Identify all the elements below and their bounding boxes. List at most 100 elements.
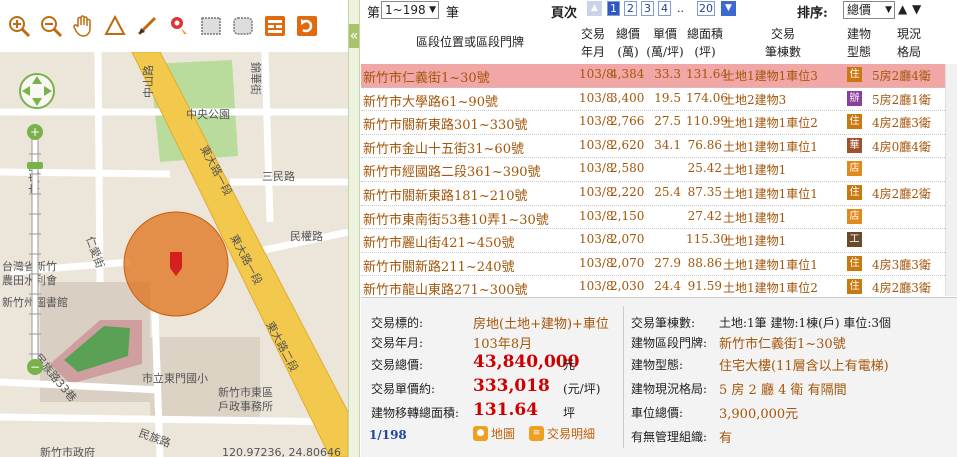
sort-select[interactable]: 總價 [843, 1, 895, 19]
cell-total: 2,766 [610, 114, 645, 129]
rect-select-icon[interactable] [198, 13, 224, 39]
map-button-label: 地圖 [491, 427, 516, 441]
cell-area: 76.86 [687, 137, 722, 152]
cell-addr[interactable]: 新竹市關新路211~240號 [363, 256, 515, 275]
cell-area: 131.64 [686, 67, 728, 81]
cell-date: 103/8 [579, 255, 614, 270]
table-row[interactable]: 新竹市金山十五街31~60號 103/8 2,620 34.1 76.86 土地… [361, 135, 945, 159]
detail-divider [623, 306, 624, 448]
header-tx-1: 交易 [770, 27, 795, 41]
map-label-sanmin: 三民路 [262, 170, 295, 183]
page-4-link[interactable]: 4 [658, 1, 671, 16]
addr-label: 建物區段門牌: [631, 336, 708, 350]
type-badge: 住 [847, 279, 862, 295]
cell-unit: 24.4 [654, 279, 681, 294]
table-row[interactable]: 新竹市麗山街421~450號 103/8 2,070 115.30 土地1建物1… [361, 229, 945, 253]
table-row[interactable]: 新竹市經國路二段361~390號 103/8 2,580 25.42 土地1建物… [361, 158, 945, 182]
range-select[interactable]: 1~198 [381, 1, 439, 19]
cell-addr[interactable]: 新竹市仁義街1~30號 [363, 67, 490, 86]
cell-addr[interactable]: 新竹市大學路61~90號 [363, 91, 498, 110]
cell-addr[interactable]: 新竹市麗山街421~450號 [363, 232, 515, 251]
target-value: 房地(土地+建物)+車位 [473, 317, 609, 332]
svg-text:+: + [30, 125, 40, 139]
pagination-bar: 第 1~198 筆 頁次 ▲ 1 2 3 4 .. 20 ▼ 排序: 總價 ▲ … [361, 0, 957, 21]
cell-unit: 34.1 [654, 137, 681, 152]
measure-area-icon[interactable] [102, 13, 128, 39]
cell-addr[interactable]: 新竹市關新東路181~210號 [363, 185, 528, 204]
svg-text:−: − [30, 360, 40, 374]
zoom-out-icon[interactable] [38, 13, 64, 39]
pan-hand-icon[interactable] [70, 13, 96, 39]
table-row[interactable]: 新竹市關新東路181~210號 103/8 2,220 25.4 87.35 土… [361, 182, 945, 206]
cell-area: 88.86 [687, 255, 722, 270]
type-value: 住宅大樓(11層含以上有電梯) [719, 359, 889, 374]
cell-addr[interactable]: 新竹市經國路二段361~390號 [363, 161, 541, 180]
cell-layout: 4房2廳3衛 [872, 281, 931, 296]
cell-total: 2,620 [610, 137, 645, 152]
circle-select-icon[interactable] [230, 13, 256, 39]
cell-addr[interactable]: 新竹市金山十五街31~60號 [363, 138, 524, 157]
cell-total: 2,070 [610, 255, 645, 270]
table-row[interactable]: 新竹市關新東路301~330號 103/8 2,766 27.5 110.99 … [361, 111, 945, 135]
mgmt-value: 有 [719, 431, 733, 446]
cell-area: 25.42 [687, 161, 722, 176]
cell-tx: 土地1建物1車位2 [723, 116, 818, 131]
measure-line-icon[interactable] [134, 13, 160, 39]
header-addr: 區段位置或區段門牌 [415, 35, 524, 49]
cell-addr[interactable]: 新竹市關新東路301~330號 [363, 114, 528, 133]
cell-area: 115.30 [686, 232, 728, 247]
cell-addr[interactable]: 新竹市龍山東路271~300號 [363, 279, 528, 298]
page-2-link[interactable]: 2 [624, 1, 637, 16]
cell-tx: 土地1建物1 [723, 163, 787, 178]
zoom-slider[interactable]: + − [26, 124, 44, 376]
map-label-jinhua: 錦華街 [249, 62, 263, 95]
table-row[interactable]: 新竹市東南街53巷10弄1~30號 103/8 2,150 27.42 土地1建… [361, 206, 945, 230]
page-label: 頁次 [551, 6, 578, 21]
pan-control[interactable] [17, 64, 57, 118]
map-toolbar [0, 0, 348, 52]
list-icon: ≡ [529, 426, 544, 441]
table-row[interactable]: 新竹市關新路211~240號 103/8 2,070 27.9 88.86 土地… [361, 253, 945, 277]
cell-layout: 4房0廳4衛 [872, 139, 931, 154]
zoom-in-icon[interactable] [6, 13, 32, 39]
table-header: 區段位置或區段門牌 交易 年月 總價 (萬) 單價 (萬/坪) 總面積 (坪) … [361, 20, 957, 64]
refresh-icon[interactable] [294, 13, 320, 39]
transaction-detail-button[interactable]: ≡ 交易明細 [529, 425, 595, 442]
page-1-link[interactable]: 1 [607, 1, 620, 16]
cell-addr[interactable]: 新竹市東南街53巷10弄1~30號 [363, 209, 549, 228]
type-badge: 店 [847, 161, 862, 177]
area-label: 建物移轉總面積: [371, 406, 460, 420]
area-value: 131.64 [473, 400, 539, 420]
cell-total: 2,070 [610, 232, 645, 247]
page-3-link[interactable]: 3 [641, 1, 654, 16]
parking-value: 3,900,000元 [719, 407, 799, 422]
page-last-link[interactable]: 20 [697, 1, 715, 16]
type-badge: 住 [847, 255, 862, 271]
layers-icon[interactable] [262, 13, 288, 39]
table-scrollbar[interactable] [945, 64, 957, 296]
cell-layout: 4房3廳3衛 [872, 257, 931, 272]
map-panel: 中央公園 中山路 中央路 三民路 民權路 錦華街 東大路一段 東大路一段 東大路… [0, 0, 348, 457]
cell-layout: 5房2廳4衛 [872, 69, 931, 83]
map-label-household-2: 戶政事務所 [218, 399, 273, 413]
sort-asc-button[interactable]: ▲ [898, 2, 907, 16]
layout-label: 建物現況格局: [631, 382, 708, 396]
prev-page-button[interactable]: ▲ [587, 1, 602, 16]
collapse-button[interactable]: « [349, 24, 359, 48]
next-page-button[interactable]: ▼ [721, 1, 736, 16]
total-unit: 元 [563, 358, 576, 372]
cell-total: 2,150 [610, 208, 645, 223]
header-area-2: (坪) [694, 45, 716, 59]
count-value: 土地:1筆 建物:1棟(戶) 車位:3個 [719, 316, 892, 330]
sort-desc-button[interactable]: ▼ [912, 2, 921, 16]
cell-tx: 土地1建物1車位2 [723, 281, 818, 296]
table-row[interactable]: 新竹市大學路61~90號 103/8 3,400 19.5 174.06 土地2… [361, 88, 945, 112]
header-date-1: 交易 [580, 27, 605, 41]
panel-splitter[interactable]: « [348, 0, 360, 457]
table-row[interactable]: 新竹市仁義街1~30號 103/8 4,384 33.3 131.64 土地1建… [361, 64, 945, 88]
map-button[interactable]: ● 地圖 [473, 425, 515, 442]
header-type-2: 型態 [846, 45, 871, 59]
results-panel: 第 1~198 筆 頁次 ▲ 1 2 3 4 .. 20 ▼ 排序: 總價 ▲ … [361, 0, 957, 457]
locate-pin-icon[interactable] [166, 13, 192, 39]
cell-total: 3,400 [610, 90, 645, 105]
